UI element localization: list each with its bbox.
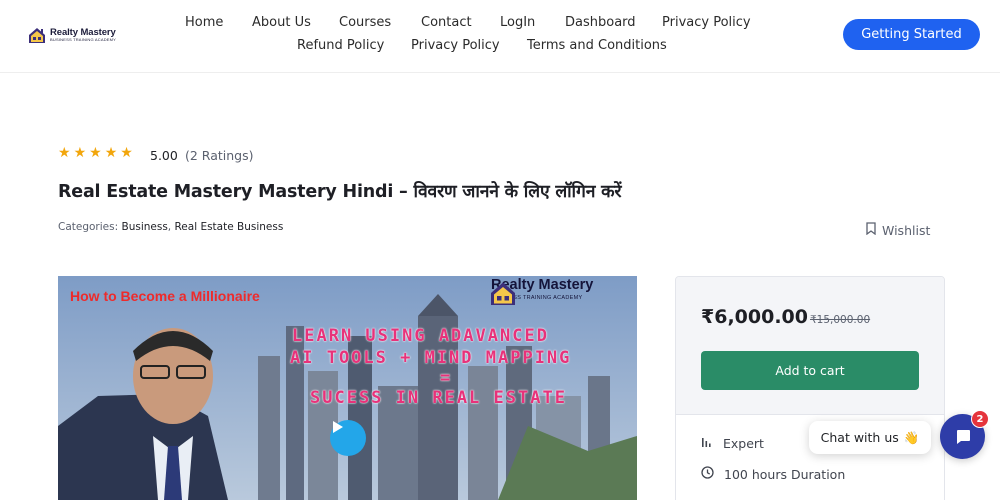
nav-about-us[interactable]: About Us <box>252 15 311 30</box>
level-bars-icon <box>701 436 713 451</box>
nav-refund-policy[interactable]: Refund Policy <box>297 38 384 53</box>
category-link-real-estate-business[interactable]: Real Estate Business <box>174 221 283 233</box>
video-text-line-3: = <box>440 368 453 388</box>
pricing-card-header: ₹6,000.00 ₹15,000.00 Add to cart <box>676 277 944 415</box>
chat-icon <box>956 429 970 444</box>
site-header: Realty Mastery BUSINESS TRAINING ACADEMY… <box>0 0 1000 73</box>
current-price: ₹6,000.00 <box>701 306 808 328</box>
rating-value: 5.00 <box>150 148 178 163</box>
original-price: ₹15,000.00 <box>810 314 871 326</box>
site-logo[interactable]: Realty Mastery BUSINESS TRAINING ACADEMY <box>27 25 116 45</box>
nav-privacy-policy-2[interactable]: Privacy Policy <box>411 38 500 53</box>
video-brand-logo: Realty Mastery BUSINESS TRAINING ACADEMY <box>488 278 593 305</box>
category-link-business[interactable]: Business <box>121 221 167 233</box>
course-duration-text: 100 hours Duration <box>724 466 846 482</box>
star-icon: ★ <box>73 145 87 161</box>
logo-subtitle: BUSINESS TRAINING ACADEMY <box>50 37 117 43</box>
chat-unread-badge: 2 <box>971 410 989 428</box>
star-icon: ★ <box>58 145 71 161</box>
nav-login[interactable]: LogIn <box>500 15 535 30</box>
categories-label: Categories: <box>58 221 119 233</box>
course-level: Expert <box>701 436 764 451</box>
wishlist-button[interactable]: Wishlist <box>866 222 930 238</box>
nav-dashboard[interactable]: Dashboard <box>565 15 636 30</box>
nav-contact[interactable]: Contact <box>421 15 472 30</box>
star-icon: ★ <box>89 145 102 161</box>
chat-label: Chat with us <box>820 430 899 445</box>
nav-courses[interactable]: Courses <box>339 15 391 30</box>
rating-count: (2 Ratings) <box>185 148 254 163</box>
house-logo-icon <box>491 282 515 305</box>
nav-terms-and-conditions[interactable]: Terms and Conditions <box>527 38 667 53</box>
play-button[interactable] <box>330 420 366 456</box>
video-text-line-1: LEARN USING ADAVANCED <box>292 326 549 346</box>
chat-with-us-bubble[interactable]: Chat with us 👋 <box>809 421 931 454</box>
add-to-cart-button[interactable]: Add to cart <box>701 351 919 390</box>
course-level-text: Expert <box>723 436 764 451</box>
video-text-line-4: SUCESS IN REAL ESTATE <box>310 388 567 408</box>
logo-title: Realty Mastery <box>50 26 116 38</box>
getting-started-button[interactable]: Getting Started <box>843 19 980 50</box>
nav-privacy-policy[interactable]: Privacy Policy <box>662 15 751 30</box>
course-duration: 100 hours Duration <box>701 466 845 482</box>
waving-hand-icon: 👋 <box>903 429 920 445</box>
course-categories: Categories: Business, Real Estate Busine… <box>58 221 284 233</box>
video-text-line-2: AI TOOLS + MIND MAPPING <box>290 348 572 368</box>
pricing-card: ₹6,000.00 ₹15,000.00 Add to cart Expert … <box>675 276 945 500</box>
play-icon <box>333 421 343 433</box>
star-icon: ★ <box>104 145 118 161</box>
star-icon: ★ <box>120 145 133 161</box>
bookmark-icon <box>866 222 876 238</box>
wishlist-label: Wishlist <box>882 222 931 238</box>
course-intro-video[interactable]: How to Become a Millionaire Realty Maste… <box>58 276 637 500</box>
rating-stars: ★ ★ ★ ★ ★ <box>58 146 133 160</box>
course-title: Real Estate Mastery Mastery Hindi – विवर… <box>58 182 622 202</box>
house-logo-icon <box>27 25 47 45</box>
video-headline: How to Become a Millionaire <box>70 288 260 304</box>
clock-icon <box>701 466 714 482</box>
nav-home[interactable]: Home <box>185 15 223 30</box>
